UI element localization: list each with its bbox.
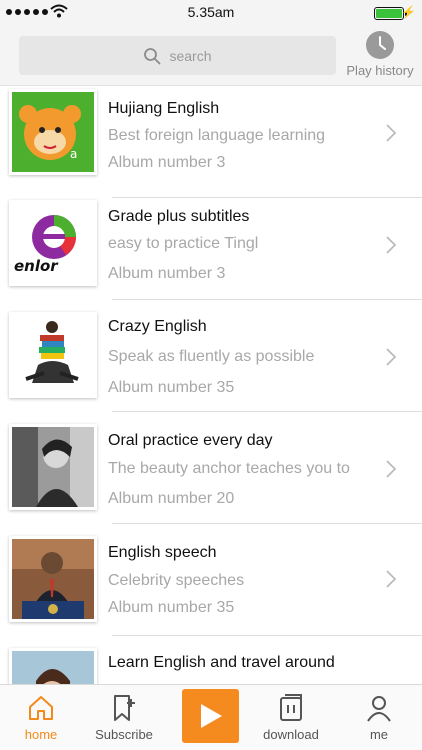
album-description: easy to practice Tingl	[108, 235, 259, 252]
album-count: Album number 35	[108, 599, 235, 616]
album-title: Crazy English	[108, 318, 207, 335]
clock-icon	[366, 31, 394, 59]
search-input[interactable]: search	[19, 36, 336, 75]
album-row[interactable]: English speech Celebrity speeches Album …	[0, 524, 422, 636]
chevron-right-icon	[386, 348, 397, 366]
album-description: Celebrity speeches	[108, 572, 245, 589]
search-placeholder: search	[169, 47, 212, 64]
play-history-button[interactable]: Play history	[340, 30, 420, 78]
tab-bar: home Subscribe download me	[0, 684, 422, 750]
tab-subscribe[interactable]: Subscribe	[89, 693, 159, 742]
chevron-right-icon	[386, 570, 397, 588]
album-row[interactable]: Crazy English Speak as fluently as possi…	[0, 300, 422, 412]
album-title: English speech	[108, 544, 217, 561]
enlore-logo-image: enlor	[9, 200, 97, 286]
play-icon	[200, 704, 222, 728]
album-title: Hujiang English	[108, 100, 220, 117]
tab-me[interactable]: me	[344, 693, 414, 742]
person-icon	[367, 696, 391, 722]
tab-home-label: home	[24, 727, 58, 742]
album-row[interactable]: enlor Grade plus subtitles easy to pract…	[0, 188, 422, 300]
album-row[interactable]: a Hujiang English Best foreign language …	[0, 86, 422, 198]
album-title: Oral practice every day	[108, 432, 273, 449]
home-icon	[29, 696, 53, 720]
album-description: Best foreign language learning	[108, 127, 326, 144]
play-history-label: Play history	[346, 63, 414, 78]
girl-with-books-image	[9, 312, 97, 398]
woman-photo-image	[9, 648, 97, 684]
album-count: Album number 35	[108, 379, 235, 396]
battery-icon	[374, 7, 407, 20]
play-button[interactable]	[182, 689, 239, 743]
tab-me-label: me	[369, 727, 389, 742]
status-bar: 5.35am ⚡	[0, 0, 422, 26]
tab-home[interactable]: home	[6, 693, 76, 742]
portrait-photo-image	[9, 424, 97, 510]
svg-text:enlor: enlor	[14, 257, 59, 275]
chevron-right-icon	[386, 460, 397, 478]
speaker-podium-image	[9, 536, 97, 622]
svg-text:a: a	[70, 147, 77, 161]
charging-icon: ⚡	[401, 5, 416, 19]
album-title: Learn English and travel around	[108, 654, 335, 671]
chevron-right-icon	[386, 124, 397, 142]
download-icon	[280, 694, 302, 721]
album-description: Speak as fluently as possible	[108, 348, 315, 365]
album-count: Album number 3	[108, 154, 226, 171]
cartoon-monkey-image: a	[9, 89, 97, 175]
subscribe-icon	[114, 695, 135, 721]
album-row[interactable]: Oral practice every day The beauty ancho…	[0, 412, 422, 524]
album-count: Album number 3	[108, 265, 226, 282]
album-list: a Hujiang English Best foreign language …	[0, 86, 422, 684]
search-icon	[144, 47, 161, 64]
album-title: Grade plus subtitles	[108, 208, 250, 225]
album-description: The beauty anchor teaches you to	[108, 460, 350, 477]
album-row[interactable]: Learn English and travel around	[0, 636, 422, 684]
status-time: 5.35am	[187, 4, 235, 20]
chevron-right-icon	[386, 236, 397, 254]
album-count: Album number 20	[108, 490, 235, 507]
tab-download-label: download	[263, 727, 319, 742]
header: search Play history	[0, 26, 422, 86]
tab-subscribe-label: Subscribe	[95, 727, 153, 742]
tab-download[interactable]: download	[256, 693, 326, 742]
